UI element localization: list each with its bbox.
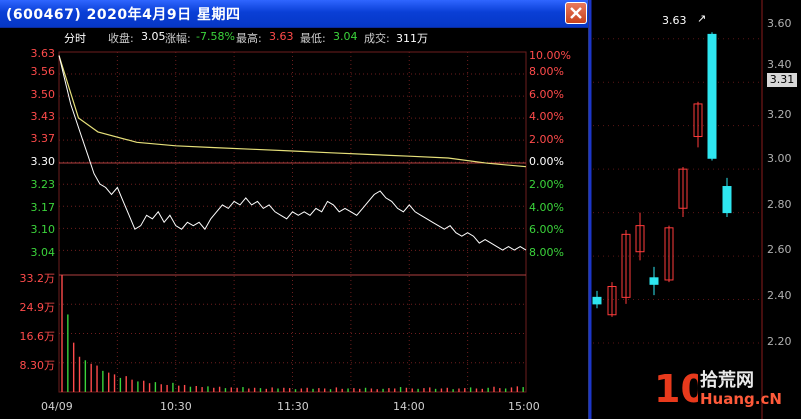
price-tick: 3.17 — [30, 201, 56, 214]
time-tick: 10:30 — [160, 400, 192, 413]
price-tick: 3.43 — [30, 110, 56, 123]
kline-tick: 2.40 — [767, 289, 792, 302]
price-tick: 3.04 — [30, 246, 56, 259]
watermark-url: Huang.cN — [700, 390, 782, 408]
percent-tick: 2.00% — [529, 133, 564, 146]
volume-tick: 33.2万 — [19, 272, 56, 285]
percent-tick: 6.00% — [529, 223, 564, 236]
kline-tick: 2.60 — [767, 243, 792, 256]
price-tick: 3.50 — [30, 88, 56, 101]
kline-tick: 3.40 — [767, 58, 792, 71]
kline-candle — [707, 33, 717, 159]
time-tick: 11:30 — [277, 400, 309, 413]
kline-candle — [592, 296, 602, 305]
kline-candle — [649, 277, 659, 285]
time-tick: 14:00 — [393, 400, 425, 413]
volume-tick: 16.6万 — [19, 330, 56, 343]
percent-tick: 6.00% — [529, 88, 564, 101]
percent-tick: 4.00% — [529, 110, 564, 123]
percent-tick: 4.00% — [529, 201, 564, 214]
volume-tick: 8.30万 — [19, 359, 56, 372]
price-tick: 3.56 — [30, 65, 56, 78]
price-tick: 3.10 — [30, 223, 56, 236]
kline-tick: 3.20 — [767, 108, 792, 121]
kline-candle — [722, 186, 732, 214]
time-tick: 04/09 — [41, 400, 73, 413]
percent-tick: 10.00% — [529, 49, 571, 62]
kline-tick: 3.60 — [767, 17, 792, 30]
watermark-title: 拾荒网 — [700, 370, 754, 391]
price-tick: 3.63 — [30, 47, 56, 60]
kline-tick: 2.20 — [767, 335, 792, 348]
price-tick: 3.37 — [30, 132, 56, 145]
percent-tick: 8.00% — [529, 246, 564, 259]
percent-tick: 8.00% — [529, 65, 564, 78]
kline-high-label: 3.63 — [662, 14, 687, 27]
site-logo: 10 — [654, 367, 698, 410]
time-tick: 15:00 — [508, 400, 540, 413]
kline-tick: 2.80 — [767, 198, 792, 211]
kline-tick: 3.00 — [767, 152, 792, 165]
percent-tick: 0.00% — [529, 155, 564, 168]
chart-canvas — [58, 0, 763, 419]
svg-text:10: 10 — [654, 367, 698, 410]
current-price-badge: 3.31 — [767, 73, 797, 87]
price-tick: 3.30 — [30, 155, 56, 168]
price-tick: 3.23 — [30, 178, 56, 191]
high-arrow-icon: ↗ — [697, 12, 707, 25]
percent-tick: 2.00% — [529, 178, 564, 191]
volume-tick: 24.9万 — [19, 301, 56, 314]
